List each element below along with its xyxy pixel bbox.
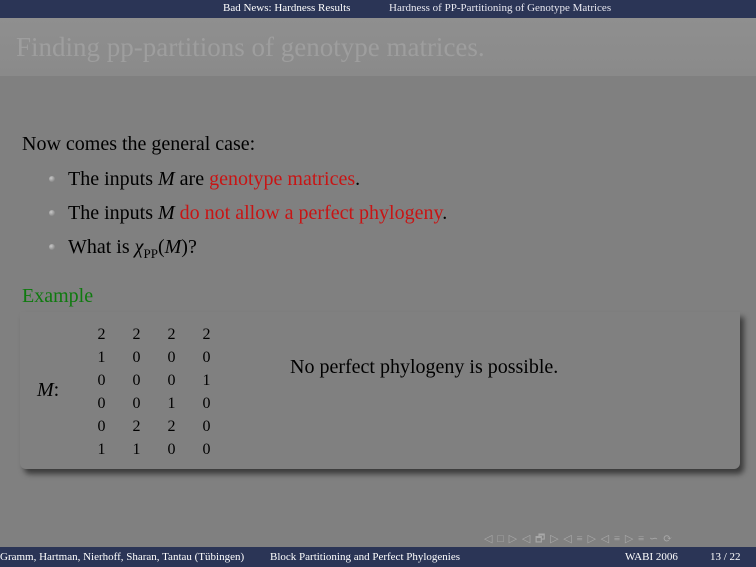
list-item: The inputs M are genotype matrices. [48,166,447,200]
intro-text: Now comes the general case: [22,133,256,155]
footer-page-number: 13 / 22 [710,551,741,563]
matrix-row: 0 2 2 0 [97,417,211,435]
matrix-label: M: [37,379,60,401]
matrix-row: 1 1 0 0 [97,440,211,458]
example-block: M: 2 2 2 2 1 0 0 0 0 0 0 1 0 0 1 0 0 2 2… [20,312,740,469]
matrix-row: 0 0 1 0 [97,394,211,412]
header-section-link[interactable]: Bad News: Hardness Results [223,2,350,14]
list-item: The inputs M do not allow a perfect phyl… [48,200,447,234]
bullet-icon [49,176,55,182]
matrix-row: 2 2 2 2 [97,325,211,343]
slide-title-bar: Finding pp-partitions of genotype matric… [0,18,756,76]
example-heading: Example [22,285,94,307]
bullet-icon [49,210,55,216]
footer-conference: WABI 2006 [625,551,678,563]
example-statement: No perfect phylogeny is possible. [290,356,559,378]
header-subsection-link[interactable]: Hardness of PP-Partitioning of Genotype … [389,2,611,14]
matrix-row: 0 0 0 1 [97,371,211,389]
header-navigation-bar: Bad News: Hardness Results Hardness of P… [0,0,756,18]
genotype-matrix: 2 2 2 2 1 0 0 0 0 0 0 1 0 0 1 0 0 2 2 0 … [84,323,224,461]
slide-title: Finding pp-partitions of genotype matric… [16,32,485,62]
footer-bar: Gramm, Hartman, Nierhoff, Sharan, Tantau… [0,547,756,567]
footer-talk-title: Block Partitioning and Perfect Phylogeni… [270,551,461,563]
footer-authors: Gramm, Hartman, Nierhoff, Sharan, Tantau… [0,551,245,563]
list-item: What is χPP(M)? [48,234,447,268]
highlight-text: genotype matrices [209,168,356,190]
variable-m: M [158,168,175,190]
slide-content: Now comes the general case: The inputs M… [0,76,756,546]
matrix-row: 1 0 0 0 [97,348,211,366]
pp-subscript: PP [143,246,158,261]
bullet-list: The inputs M are genotype matrices. The … [48,166,447,268]
bullet-icon [49,244,55,250]
highlight-text: do not allow a perfect phylogeny [179,202,443,224]
variable-m: M [164,236,182,258]
variable-m: M [158,202,175,224]
